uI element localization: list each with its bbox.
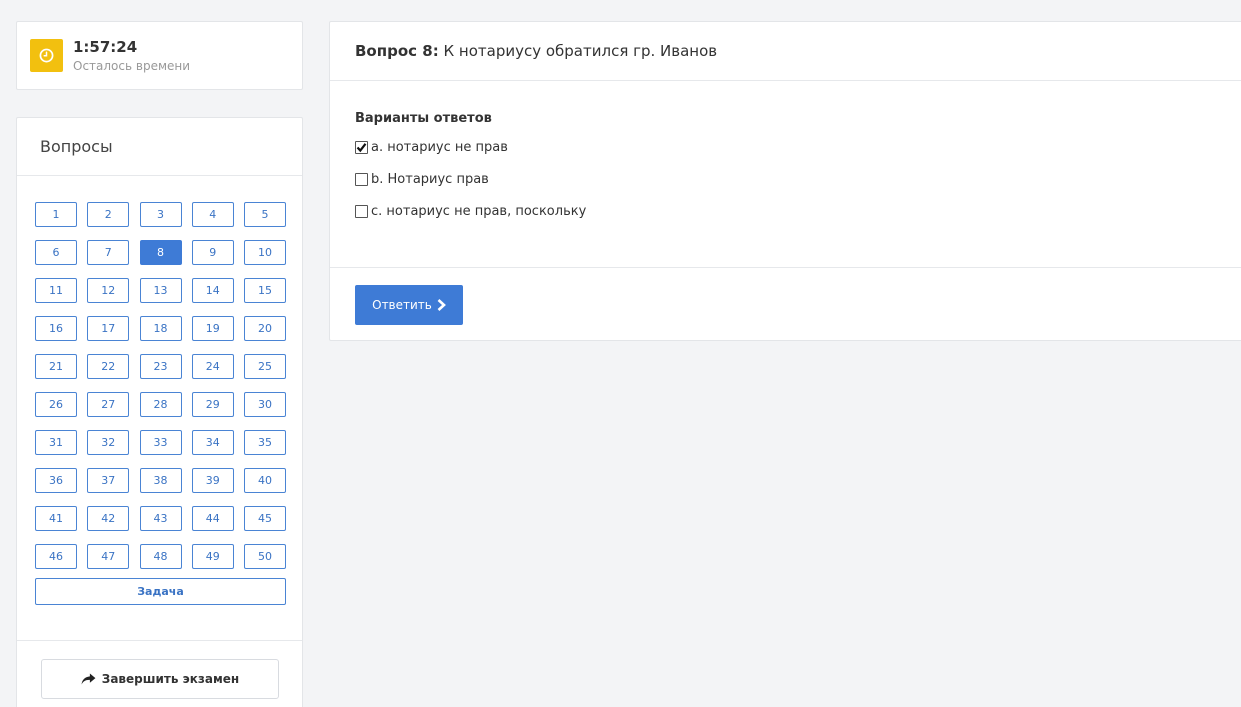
question-number-button-19[interactable]: 19 [191, 316, 234, 341]
question-number-button-23[interactable]: 23 [139, 354, 182, 379]
question-number-button-33[interactable]: 33 [139, 430, 182, 455]
question-text: К нотариусу обратился гр. Иванов [443, 42, 718, 60]
timer-value: 1:57:24 [73, 37, 138, 56]
finish-exam-button[interactable]: Завершить экзамен [41, 659, 279, 699]
question-number-button-44[interactable]: 44 [191, 506, 234, 531]
question-number-button-3[interactable]: 3 [139, 202, 182, 227]
question-number-button-17[interactable]: 17 [87, 316, 130, 341]
question-number-button-34[interactable]: 34 [191, 430, 234, 455]
question-number-button-47[interactable]: 47 [87, 544, 130, 569]
answer-option-2[interactable]: c. нотариус не прав, поскольку [355, 201, 1241, 221]
divider [330, 267, 1241, 268]
question-number-button-18[interactable]: 18 [139, 316, 182, 341]
checkbox-unchecked[interactable] [355, 204, 368, 218]
question-number-button-32[interactable]: 32 [87, 430, 130, 455]
submit-answer-label: Ответить [372, 298, 432, 312]
question-number-button-50[interactable]: 50 [244, 544, 286, 569]
task-button[interactable]: Задача [35, 578, 286, 605]
question-header: Вопрос 8: К нотариусу обратился гр. Иван… [330, 22, 1241, 81]
exam-page: 1:57:24 Осталось времени Вопросы 1234567… [0, 0, 1241, 707]
question-number-button-13[interactable]: 13 [139, 278, 182, 303]
question-number-button-14[interactable]: 14 [191, 278, 234, 303]
answer-options: a. нотариус не прав b. Нотариус прав c. но… [355, 137, 1241, 221]
answer-option-1[interactable]: b. Нотариус прав [355, 169, 1241, 189]
timer-card: 1:57:24 Осталось времени [16, 21, 303, 90]
question-number-button-26[interactable]: 26 [35, 392, 77, 417]
checkbox-unchecked[interactable] [355, 172, 368, 186]
question-number-button-41[interactable]: 41 [35, 506, 77, 531]
question-number-button-40[interactable]: 40 [244, 468, 286, 493]
question-number-button-16[interactable]: 16 [35, 316, 77, 341]
question-number-button-1[interactable]: 1 [35, 202, 77, 227]
checkbox-checked[interactable] [355, 140, 368, 154]
answer-option-label: b. Нотариус прав [371, 171, 489, 187]
timer-label: Осталось времени [73, 58, 191, 73]
timer-icon-box [30, 39, 63, 72]
question-number-button-37[interactable]: 37 [87, 468, 130, 493]
question-number-button-4[interactable]: 4 [191, 202, 234, 227]
question-number-button-8[interactable]: 8 [139, 240, 182, 265]
finish-exam-label: Завершить экзамен [101, 672, 240, 686]
question-number-button-48[interactable]: 48 [139, 544, 182, 569]
answer-option-label: a. нотариус не прав [371, 139, 508, 155]
clock-icon [39, 48, 54, 63]
question-number-button-29[interactable]: 29 [191, 392, 234, 417]
question-number: Вопрос 8: [355, 42, 439, 60]
question-number-button-39[interactable]: 39 [191, 468, 234, 493]
question-number-button-30[interactable]: 30 [244, 392, 286, 417]
question-number-button-42[interactable]: 42 [87, 506, 130, 531]
answer-option-0[interactable]: a. нотариус не прав [355, 137, 1241, 157]
question-number-button-12[interactable]: 12 [87, 278, 130, 303]
question-number-button-49[interactable]: 49 [191, 544, 234, 569]
question-number-button-10[interactable]: 10 [244, 240, 286, 265]
question-number-button-5[interactable]: 5 [244, 202, 286, 227]
question-number-button-45[interactable]: 45 [244, 506, 286, 531]
divider [17, 640, 302, 641]
question-number-button-11[interactable]: 11 [35, 278, 77, 303]
answer-option-label: c. нотариус не прав, поскольку [371, 203, 587, 219]
checkmark-icon [356, 142, 367, 152]
question-number-button-36[interactable]: 36 [35, 468, 77, 493]
question-number-button-43[interactable]: 43 [139, 506, 182, 531]
question-number-button-28[interactable]: 28 [139, 392, 182, 417]
submit-answer-button[interactable]: Ответить [355, 285, 463, 325]
share-arrow-icon [81, 673, 96, 685]
questions-panel: Вопросы 1 2 3 4 5 6 7 8 9 10 11 12 13 14 15 16 17 18 19 20 2… [16, 117, 303, 707]
question-number-button-46[interactable]: 46 [35, 544, 77, 569]
question-number-button-21[interactable]: 21 [35, 354, 77, 379]
question-number-button-9[interactable]: 9 [191, 240, 234, 265]
question-number-button-6[interactable]: 6 [35, 240, 77, 265]
question-number-button-38[interactable]: 38 [139, 468, 182, 493]
question-number-button-15[interactable]: 15 [244, 278, 286, 303]
answers-title: Варианты ответов [355, 111, 492, 126]
question-number-button-2[interactable]: 2 [87, 202, 130, 227]
question-number-button-22[interactable]: 22 [87, 354, 130, 379]
question-number-button-25[interactable]: 25 [244, 354, 286, 379]
question-number-button-27[interactable]: 27 [87, 392, 130, 417]
chevron-right-icon [437, 299, 446, 311]
timer-text: 1:57:24 Осталось времени [73, 38, 190, 74]
question-number-button-20[interactable]: 20 [244, 316, 286, 341]
question-card: Вопрос 8: К нотариусу обратился гр. Иван… [329, 21, 1241, 341]
question-number-button-31[interactable]: 31 [35, 430, 77, 455]
question-number-grid: 1 2 3 4 5 6 7 8 9 10 11 12 13 14 15 16 17 18 19 20 21 22 23 24 2… [35, 202, 286, 569]
question-number-button-7[interactable]: 7 [87, 240, 130, 265]
answers-section: Варианты ответов a. нотариус не прав b. Н… [330, 81, 1241, 221]
question-number-button-35[interactable]: 35 [244, 430, 286, 455]
questions-panel-title: Вопросы [17, 118, 302, 176]
question-number-button-24[interactable]: 24 [191, 354, 234, 379]
